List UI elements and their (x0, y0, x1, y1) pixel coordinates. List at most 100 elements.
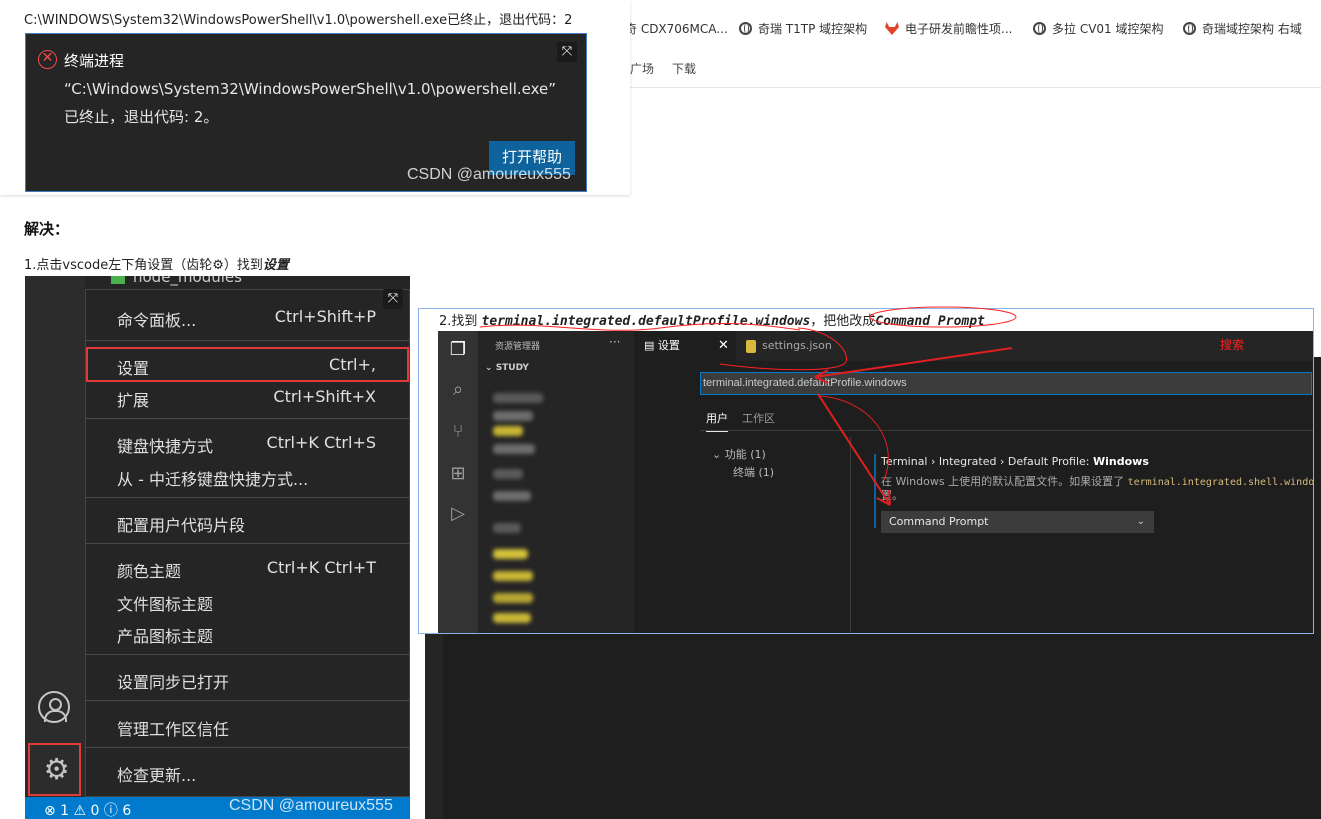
menu-divider (86, 747, 409, 748)
json-file-icon (746, 339, 756, 353)
bookmark-label: 多拉 CV01 域控架构 (1052, 22, 1164, 36)
manage-button[interactable]: ⚙ (28, 743, 81, 796)
account-icon[interactable] (38, 691, 70, 723)
notification-exit-code: 已终止，退出代码: 2。 (64, 108, 219, 126)
settings-screenshot-card: 2.找到 terminal.integrated.defaultProfile.… (418, 308, 1314, 634)
notification-path: “C:\Windows\System32\WindowsPowerShell\v… (64, 80, 557, 98)
divider (850, 437, 851, 633)
menu-item-label: 文件图标主题 (117, 595, 214, 614)
menu-item-settings[interactable]: 设置 Ctrl+, (86, 347, 409, 382)
blurred-file-row (493, 593, 533, 603)
menu-item-shortcut: Ctrl+Shift+X (273, 387, 376, 406)
menu-item-user-snippets[interactable]: 配置用户代码片段 (86, 508, 409, 536)
menu-item-shortcut: Ctrl+K Ctrl+S (266, 433, 376, 452)
default-profile-select[interactable]: Command Prompt ⌄ (881, 511, 1154, 533)
globe-icon (1183, 22, 1196, 35)
bookmark-label: 奇瑞 T1TP 域控架构 (758, 22, 868, 36)
tab-workspace[interactable]: 工作区 (742, 410, 775, 426)
step1-text: 1.点击vscode左下角设置（齿轮⚙）找到 (24, 258, 263, 273)
error-screenshot-card: C:\WINDOWS\System32\WindowsPowerShell\v1… (0, 0, 630, 195)
tab-user[interactable]: 用户 (706, 410, 728, 432)
status-bar: ⊗ 1 ⚠ 0 ⓘ 6 CSDN @amoureux555 (25, 797, 410, 819)
step2-text: ，把他改成 (810, 314, 876, 329)
tab-settings-json[interactable]: settings.json (738, 331, 848, 361)
menu-item-label: 设置 (117, 359, 150, 378)
menu-item-extensions[interactable]: 扩展 Ctrl+Shift+X (86, 383, 409, 411)
step1-instruction: 1.点击vscode左下角设置（齿轮⚙）找到设置 (24, 254, 289, 273)
menu-divider (86, 340, 409, 341)
step2-instruction: 2.找到 terminal.integrated.defaultProfile.… (439, 310, 985, 329)
settings-search-input[interactable]: terminal.integrated.defaultProfile.windo… (700, 372, 1312, 395)
menu-item-label: 设置同步已打开 (117, 673, 230, 692)
bookmark-item[interactable]: 多拉 CV01 域控架构 (1033, 20, 1164, 37)
divider (600, 87, 1321, 88)
expand-icon[interactable]: ⤧ (557, 42, 577, 62)
activity-bar (25, 276, 85, 819)
terminal-error-notification: ✕ 终端进程 “C:\Windows\System32\WindowsPower… (25, 33, 587, 192)
menu-item-workspace-trust[interactable]: 管理工作区信任 (86, 712, 409, 740)
menu-item-migrate-keybindings[interactable]: 从 - 中迁移键盘快捷方式... (86, 462, 409, 490)
explorer-file-item: node_modules (111, 276, 242, 286)
step2-setting-value: Command Prompt (875, 314, 985, 329)
menu-item-settings-sync[interactable]: 设置同步已打开 (86, 665, 409, 693)
bookmark-item[interactable]: 奇瑞域控架构 右域 (1183, 20, 1302, 37)
menu-item-keyboard-shortcuts[interactable]: 键盘快捷方式 Ctrl+K Ctrl+S (86, 429, 409, 457)
globe-icon (739, 22, 752, 35)
files-icon[interactable]: ❐ (447, 339, 469, 361)
menu-divider (86, 543, 409, 544)
nav-link[interactable]: 下载 (672, 62, 696, 76)
manage-menu: ⤧ 命令面板... Ctrl+Shift+P 设置 Ctrl+, 扩展 Ctrl+Sh… (85, 289, 410, 797)
workspace-folder[interactable]: ⌄ STUDY (485, 363, 529, 373)
more-actions-icon[interactable]: ··· (609, 335, 620, 349)
menu-item-color-theme[interactable]: 颜色主题 Ctrl+K Ctrl+T (86, 554, 409, 582)
nav-link[interactable]: 广场 (630, 62, 654, 76)
tab-settings[interactable]: ▤ 设置 ✕ (634, 331, 736, 361)
setting-description-code[interactable]: terminal.integrated.shell.windo (1128, 477, 1313, 488)
watermark: CSDN @amoureux555 (407, 166, 571, 183)
menu-item-check-updates[interactable]: 检查更新... (86, 758, 409, 786)
workspace-folder-label: STUDY (495, 363, 529, 373)
toc-item-features[interactable]: ⌄ 功能 (1) (712, 446, 766, 462)
divider (700, 430, 1313, 431)
settings-file-icon: ▤ (644, 339, 658, 352)
menu-item-product-icon-theme[interactable]: 产品图标主题 (86, 619, 409, 647)
blurred-file-row (493, 491, 531, 501)
blurred-file-row (493, 613, 531, 623)
menu-item-label: 命令面板... (117, 311, 197, 330)
solution-heading: 解决： (24, 220, 70, 238)
close-icon[interactable]: ✕ (718, 331, 729, 361)
menu-divider (86, 497, 409, 498)
bookmark-label: 奇瑞域控架构 右域 (1202, 22, 1302, 36)
tab-bar: ▤ 设置 ✕ settings.json (634, 331, 1313, 361)
watermark: CSDN @amoureux555 (229, 797, 393, 814)
source-control-icon[interactable]: ⑂ (447, 421, 469, 443)
bookmark-label: 奇 CDX706MCA... (625, 22, 728, 36)
bookmark-item[interactable]: 电子研发前瞻性项... (885, 20, 1012, 37)
extensions-icon[interactable]: ⊞ (447, 463, 469, 485)
error-icon: ✕ (38, 50, 57, 69)
blurred-file-row (493, 411, 533, 421)
run-debug-icon[interactable]: ▷ (447, 503, 469, 525)
menu-item-file-icon-theme[interactable]: 文件图标主题 (86, 587, 409, 615)
menu-item-label: 检查更新... (117, 766, 197, 785)
menu-item-label: 配置用户代码片段 (117, 516, 246, 535)
settings-editor: ▤ 设置 ✕ settings.json terminal.integrated.… (634, 331, 1313, 633)
gear-icon: ⚙ (43, 752, 70, 786)
explorer-sidebar: 资源管理器 ··· ⌄ STUDY (478, 331, 634, 633)
setting-title: Terminal › Integrated › Default Profile:… (881, 455, 1149, 468)
menu-item-shortcut: Ctrl+, (329, 355, 376, 374)
setting-description-text: 在 Windows 上使用的默认配置文件。如果设置了 (881, 475, 1128, 488)
site-nav: 广场 下载 (630, 60, 714, 77)
step1-emphasis: 设置 (262, 258, 289, 273)
menu-item-command-palette[interactable]: 命令面板... Ctrl+Shift+P (86, 303, 409, 331)
bookmark-label: 电子研发前瞻性项... (905, 22, 1013, 36)
file-name: node_modules (133, 276, 242, 286)
setting-description-cont: 置。 (881, 489, 903, 502)
annotation-search-label: 搜索 (1220, 338, 1245, 352)
tab-label: settings.json (762, 339, 832, 352)
bookmark-item[interactable]: 奇瑞 T1TP 域控架构 (739, 20, 867, 37)
search-icon[interactable]: ⌕ (447, 379, 469, 401)
bookmark-item[interactable]: 奇 CDX706MCA... (625, 20, 728, 37)
toc-item-terminal[interactable]: 终端 (1) (733, 464, 774, 480)
problems-status[interactable]: ⊗ 1 ⚠ 0 ⓘ 6 (44, 800, 131, 819)
